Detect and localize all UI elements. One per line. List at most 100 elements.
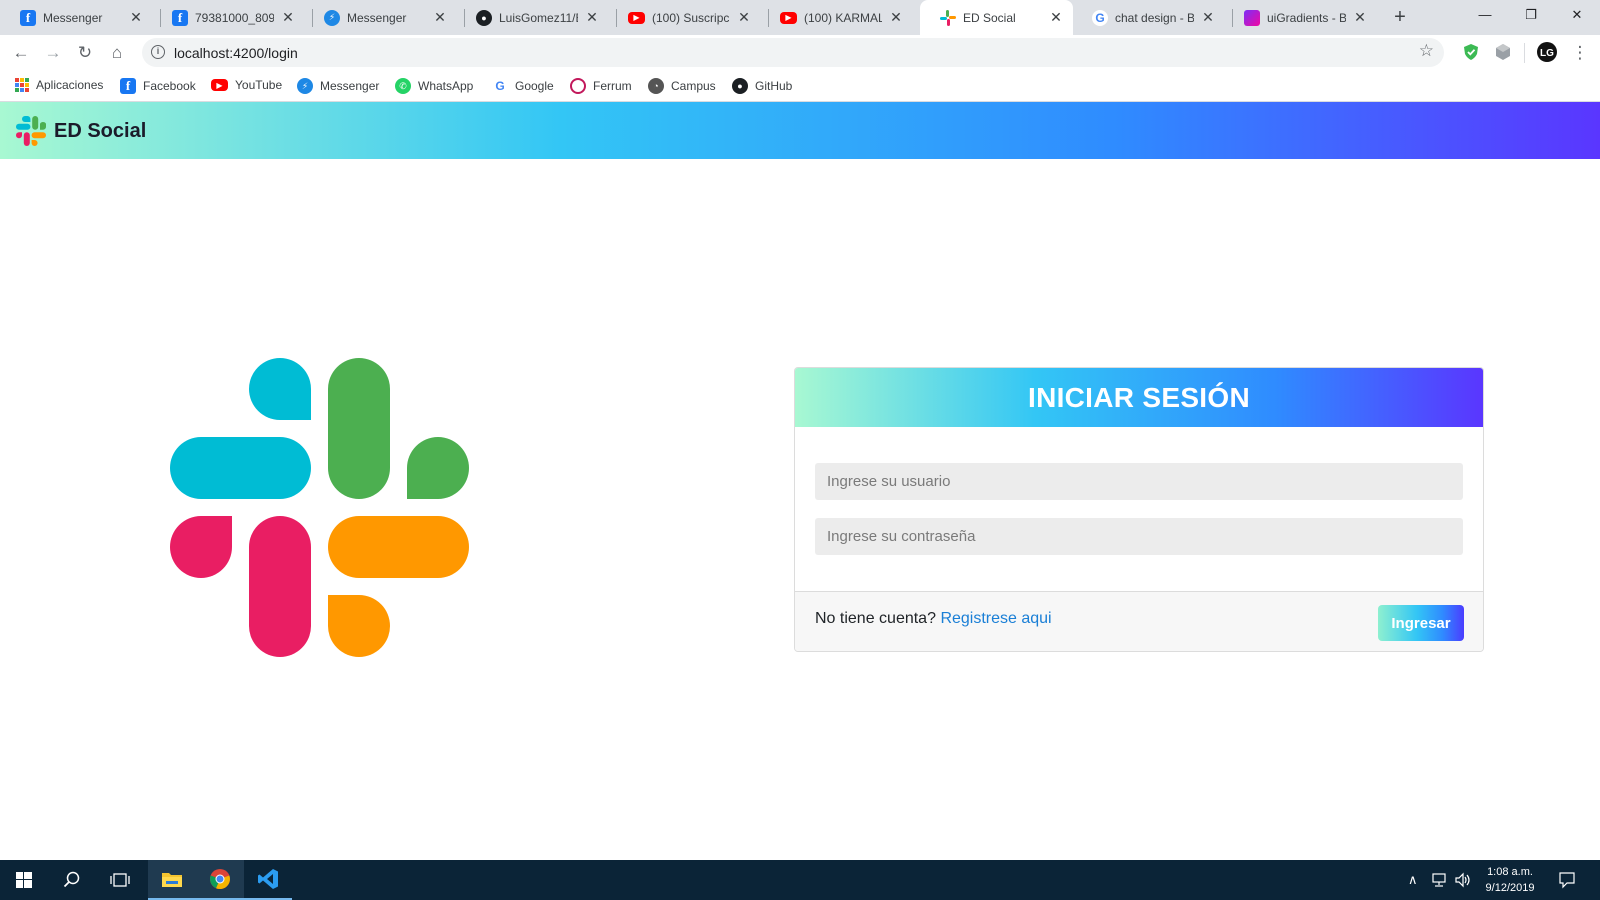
url-text[interactable]: localhost:4200/login <box>174 45 298 61</box>
cube-extension-icon[interactable] <box>1494 43 1512 61</box>
brand-link[interactable]: ED Social <box>16 116 146 146</box>
close-icon[interactable]: ✕ <box>433 9 447 26</box>
forward-arrow-icon[interactable]: → <box>39 39 67 67</box>
bookmark-label: Messenger <box>320 79 380 93</box>
close-icon[interactable]: ✕ <box>737 9 751 26</box>
tab-google[interactable]: G chat design - Bu ✕ <box>1072 0 1225 35</box>
vscode-taskbar-button[interactable] <box>244 860 292 900</box>
file-explorer-button[interactable] <box>148 860 196 900</box>
bookmark-google[interactable]: G Google <box>492 78 554 94</box>
messenger-icon: ⚡ <box>324 9 340 26</box>
tab-youtube-2[interactable]: ▶ (100) KARMALAN ✕ <box>760 0 913 35</box>
logo-green-drop <box>407 437 469 499</box>
youtube-icon: ▶ <box>211 79 228 91</box>
browser-toolbar: ← → ↻ ⌂ i localhost:4200/login ☆ LG ⋮ <box>0 35 1600 70</box>
bookmark-label: Campus <box>671 79 716 93</box>
info-icon[interactable]: i <box>151 45 165 59</box>
tab-title: 79381000_8096 <box>195 10 274 25</box>
tab-youtube-1[interactable]: ▶ (100) Suscripcion ✕ <box>608 0 761 35</box>
register-link[interactable]: Registrese aqui <box>940 610 1051 627</box>
whatsapp-icon: ✆ <box>395 78 411 94</box>
campus-icon: ◔ <box>648 78 664 94</box>
bookmark-ferrum[interactable]: Ferrum <box>570 78 632 94</box>
google-icon: G <box>492 78 508 94</box>
slack-logo-icon <box>16 116 46 146</box>
bookmark-label: GitHub <box>755 79 793 93</box>
bookmark-label: Ferrum <box>593 79 632 93</box>
bookmark-github[interactable]: ● GitHub <box>732 78 792 94</box>
close-icon[interactable]: ✕ <box>889 9 903 26</box>
logo-green-bar <box>328 358 390 499</box>
bookmark-label: YouTube <box>235 78 283 92</box>
no-account-text: No tiene cuenta? <box>815 610 936 627</box>
home-icon[interactable]: ⌂ <box>103 39 131 67</box>
network-icon[interactable] <box>1430 872 1448 888</box>
bookmark-label: Facebook <box>143 79 196 93</box>
clock-date: 9/12/2019 <box>1485 882 1535 894</box>
register-prompt: No tiene cuenta? Registrese aqui <box>815 610 1052 628</box>
password-input[interactable] <box>815 518 1463 555</box>
brand-name: ED Social <box>54 119 147 142</box>
messenger-icon: ⚡ <box>297 78 313 94</box>
tab-title: Messenger <box>347 10 407 25</box>
profile-avatar-icon[interactable]: LG <box>1537 42 1557 62</box>
shield-extension-icon[interactable] <box>1462 43 1480 61</box>
login-title: INICIAR SESIÓN <box>795 368 1483 427</box>
github-icon: ● <box>732 78 748 94</box>
login-card: INICIAR SESIÓN No tiene cuenta? Registre… <box>794 367 1484 652</box>
reload-icon[interactable]: ↻ <box>71 39 99 67</box>
tab-photo[interactable]: f 79381000_8096 ✕ <box>152 0 305 35</box>
minimize-button[interactable]: — <box>1462 0 1508 30</box>
restore-button[interactable]: ❐ <box>1508 0 1554 30</box>
tab-messenger-1[interactable]: f Messenger ✕ <box>0 0 153 35</box>
close-icon[interactable]: ✕ <box>1201 9 1215 26</box>
bookmark-apps[interactable]: Aplicaciones <box>15 78 103 92</box>
tab-title: ED Social <box>963 10 1016 25</box>
bookmark-facebook[interactable]: f Facebook <box>120 78 196 94</box>
facebook-icon: f <box>172 9 188 26</box>
tray-chevron-icon[interactable]: ∧ <box>1408 872 1418 888</box>
menu-kebab-icon[interactable]: ⋮ <box>1566 39 1594 67</box>
start-button[interactable] <box>0 860 48 900</box>
tab-ed-social[interactable]: ED Social ✕ <box>920 0 1073 35</box>
close-icon[interactable]: ✕ <box>281 9 295 26</box>
bookmark-label: WhatsApp <box>418 79 474 93</box>
close-icon[interactable]: ✕ <box>1049 9 1063 26</box>
new-tab-button[interactable]: + <box>1388 5 1412 29</box>
bookmark-whatsapp[interactable]: ✆ WhatsApp <box>395 78 473 94</box>
bookmark-messenger[interactable]: ⚡ Messenger <box>297 78 379 94</box>
tab-strip: f Messenger ✕ f 79381000_8096 ✕ ⚡ Messen… <box>0 0 1600 35</box>
chrome-taskbar-button[interactable] <box>196 860 244 900</box>
close-icon[interactable]: ✕ <box>585 9 599 26</box>
back-arrow-icon[interactable]: ← <box>7 39 35 67</box>
tab-uigradients[interactable]: uiGradients - Be ✕ <box>1224 0 1377 35</box>
bookmark-campus[interactable]: ◔ Campus <box>648 78 716 94</box>
system-clock[interactable]: 1:08 a.m. 9/12/2019 <box>1470 864 1550 896</box>
close-icon[interactable]: ✕ <box>129 9 143 26</box>
search-icon <box>63 871 80 888</box>
tab-messenger-2[interactable]: ⚡ Messenger ✕ <box>304 0 457 35</box>
app-navbar: ED Social <box>0 102 1600 159</box>
toolbar-separator <box>1524 43 1525 63</box>
windows-taskbar: ∧ 1:08 a.m. 9/12/2019 <box>0 860 1600 900</box>
task-view-icon <box>110 873 130 887</box>
slack-hero-logo <box>170 358 469 657</box>
login-submit-button[interactable]: Ingresar <box>1378 605 1464 641</box>
uigradients-icon <box>1244 9 1260 26</box>
task-view-button[interactable] <box>96 860 144 900</box>
username-input[interactable] <box>815 463 1463 500</box>
address-bar[interactable]: i localhost:4200/login ☆ <box>142 38 1444 67</box>
close-window-button[interactable]: ✕ <box>1554 0 1600 30</box>
notification-icon[interactable] <box>1558 871 1576 889</box>
logo-cyan-bar <box>170 437 311 499</box>
bookmark-star-icon[interactable]: ☆ <box>1419 41 1434 61</box>
tab-title: uiGradients - Be <box>1267 10 1346 25</box>
clock-time: 1:08 a.m. <box>1487 866 1533 878</box>
logo-orange-drop <box>328 595 390 657</box>
bookmark-youtube[interactable]: ▶ YouTube <box>211 78 282 92</box>
tab-github[interactable]: ● LuisGomez11/ED ✕ <box>456 0 609 35</box>
close-icon[interactable]: ✕ <box>1353 9 1367 26</box>
search-button[interactable] <box>48 860 96 900</box>
youtube-icon: ▶ <box>628 11 645 24</box>
facebook-icon: f <box>120 78 136 94</box>
